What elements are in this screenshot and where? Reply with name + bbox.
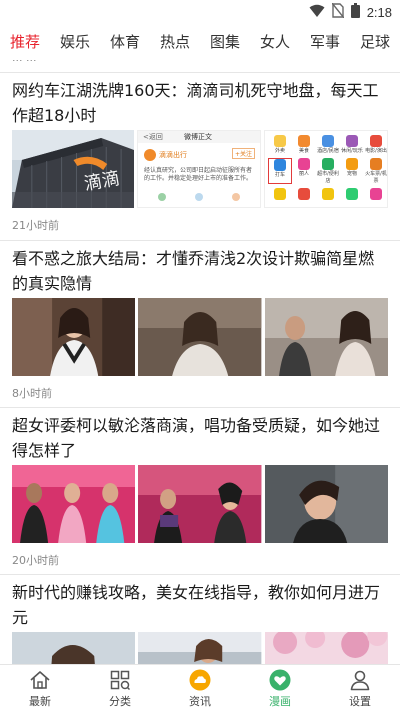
tab-gallery[interactable]: 图集 [200, 24, 250, 60]
tv-show-still[interactable] [12, 465, 136, 543]
tab-women[interactable]: 女人 [250, 24, 300, 60]
news-feed[interactable]: ··· ··· 网约车江湖洗牌160天：滴滴司机死守地盘，每天工作超18小时 滴… [0, 60, 400, 664]
status-bar: 2:18 [0, 0, 400, 24]
status-time: 2:18 [366, 5, 392, 20]
app-label: 宠物 [346, 171, 357, 177]
article-item[interactable]: 看不惑之旅大结局：才懂乔清浅2次设计欺骗简星燃的真实隐情 8小时前 [0, 244, 400, 404]
drama-still-3[interactable] [264, 298, 388, 376]
app-label: 火车票/机票 [365, 171, 387, 184]
didi-building-photo[interactable]: 滴滴 [12, 130, 134, 208]
app-label: 美食 [298, 148, 309, 154]
app-label: 电影/演出 [365, 148, 387, 154]
sunglasses-woman-photo[interactable] [12, 632, 136, 664]
article-time: 21小时前 [12, 219, 59, 232]
avatar [144, 149, 156, 161]
weibo-post-body: 经认真研究，公司即日起启动征服所有者的工作。并稳定处理好上市的准备工作。 [144, 167, 253, 182]
home-icon [29, 669, 51, 691]
weibo-back-link: <返回 [143, 133, 163, 141]
status-icons: 2:18 [309, 2, 392, 22]
previous-item-time: ··· ··· [12, 60, 37, 67]
nav-news-label: 资讯 [189, 695, 211, 708]
divider [0, 240, 400, 241]
grid-icon [109, 669, 131, 691]
nav-category[interactable]: 分类 [80, 665, 160, 711]
cloud-icon [189, 669, 211, 691]
no-sim-icon [331, 2, 345, 22]
article-item[interactable]: 网约车江湖洗牌160天：滴滴司机死守地盘，每天工作超18小时 滴滴 <返回 微博… [0, 76, 400, 236]
nav-comics[interactable]: 漫画 [240, 665, 320, 711]
tab-football[interactable]: 足球 [350, 24, 400, 60]
drama-still-2[interactable] [138, 298, 262, 376]
heart-icon [269, 669, 291, 691]
weibo-poster-name: 滴滴出行 [159, 151, 187, 159]
article-images [12, 632, 388, 664]
app-label: 打车 [274, 172, 285, 178]
person-icon [349, 669, 371, 691]
app-label: 休闲/玩乐 [341, 148, 363, 154]
divider [0, 72, 400, 73]
tab-entertainment[interactable]: 娱乐 [50, 24, 100, 60]
drama-still-1[interactable] [12, 298, 136, 376]
nav-comics-label: 漫画 [269, 695, 291, 708]
bottom-navigation: 最新 分类 资讯 漫画 设置 [0, 664, 400, 711]
share-icon [158, 193, 167, 201]
outdoor-woman-photo[interactable] [138, 632, 262, 664]
tab-recommend[interactable]: 推荐 [0, 24, 50, 60]
follow-button: +关注 [231, 148, 255, 159]
nav-settings[interactable]: 设置 [320, 665, 400, 711]
article-time: 8小时前 [12, 387, 52, 400]
divider [0, 407, 400, 408]
nav-settings-label: 设置 [349, 695, 371, 708]
app-grid-screenshot[interactable]: 外卖 美食 酒店/民宿 休闲/玩乐 电影/演出 打车 丽人 超市/便利店 宠物 … [264, 130, 388, 208]
battery-icon [350, 3, 360, 22]
app-label: 酒店/民宿 [317, 148, 339, 154]
like-icon [231, 193, 240, 201]
app-label: 丽人 [298, 171, 309, 177]
category-tabs: 推荐 娱乐 体育 热点 图集 女人 军事 足球 [0, 24, 400, 60]
article-images [12, 465, 388, 543]
wifi-icon [309, 3, 325, 22]
app-label: 外卖 [274, 148, 285, 154]
divider [0, 574, 400, 575]
tab-military[interactable]: 军事 [300, 24, 350, 60]
nav-latest-label: 最新 [29, 695, 51, 708]
article-title[interactable]: 网约车江湖洗牌160天：滴滴司机死守地盘，每天工作超18小时 [12, 78, 388, 128]
comment-icon [194, 193, 203, 201]
article-images [12, 298, 388, 376]
app-label: 超市/便利店 [317, 171, 339, 184]
article-images: 滴滴 <返回 微博正文 滴滴出行 +关注 经认真研究，公司即日起启动征服所有者的… [12, 130, 388, 208]
portrait-photo[interactable] [264, 465, 388, 543]
article-title[interactable]: 看不惑之旅大结局：才懂乔清浅2次设计欺骗简星燃的真实隐情 [12, 246, 388, 296]
article-item[interactable]: 新时代的赚钱攻略，美女在线指导，教你如何月进万元 [0, 578, 400, 664]
cherry-blossom-photo[interactable] [264, 632, 388, 664]
tab-sports[interactable]: 体育 [100, 24, 150, 60]
weibo-post-screenshot[interactable]: <返回 微博正文 滴滴出行 +关注 经认真研究，公司即日起启动征服所有者的工作。… [137, 130, 261, 208]
article-time: 20小时前 [12, 554, 59, 567]
tab-hot[interactable]: 热点 [150, 24, 200, 60]
nav-latest[interactable]: 最新 [0, 665, 80, 711]
nav-news[interactable]: 资讯 [160, 665, 240, 711]
nav-category-label: 分类 [109, 695, 131, 708]
article-item[interactable]: 超女评委柯以敏沦落商演，唱功备受质疑，如今她过得怎样了 20小时前 [0, 411, 400, 571]
stage-event-still[interactable] [138, 465, 262, 543]
article-title[interactable]: 超女评委柯以敏沦落商演，唱功备受质疑，如今她过得怎样了 [12, 413, 388, 463]
weibo-page-title: 微博正文 [184, 133, 212, 141]
article-title[interactable]: 新时代的赚钱攻略，美女在线指导，教你如何月进万元 [12, 580, 388, 630]
